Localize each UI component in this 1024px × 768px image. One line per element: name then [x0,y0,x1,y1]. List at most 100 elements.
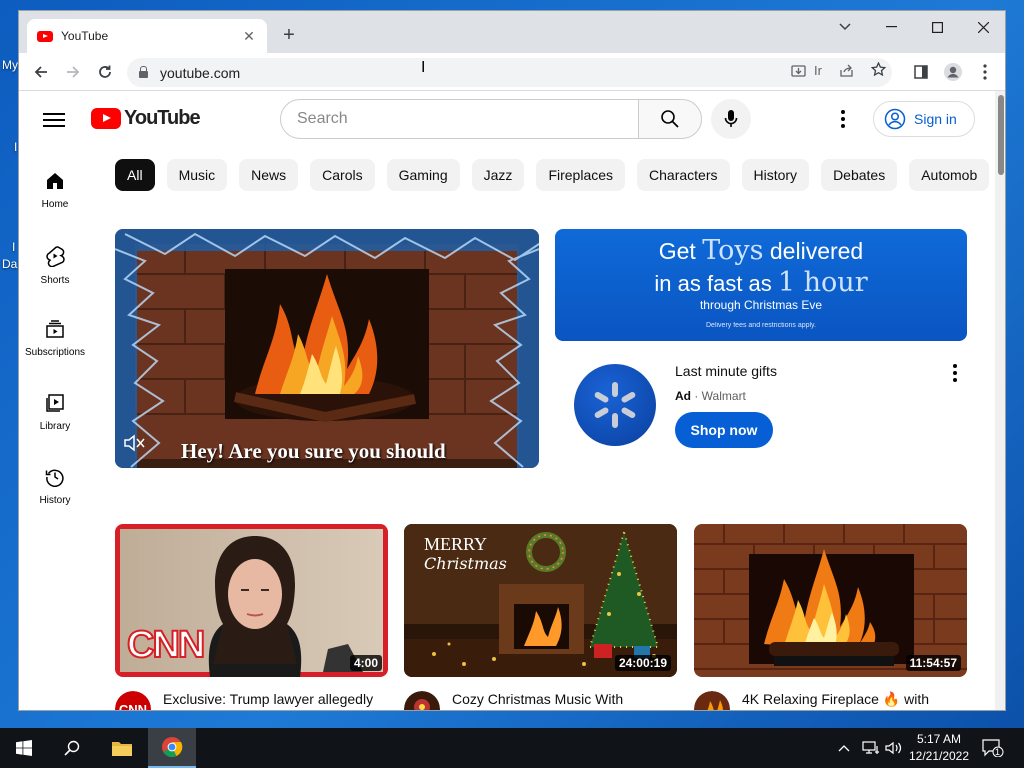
guide-item-library[interactable]: Library [19,377,91,451]
ad-banner[interactable]: Get Toys delivered in as fast as 1 hour … [555,229,967,341]
guide-item-home[interactable]: Home [19,155,91,229]
clock-date: 12/21/2022 [908,749,970,763]
new-tab-button[interactable]: + [277,23,301,47]
browser-window: YouTube ✕ + youtube.com Ir I YouTube Sea… [18,10,1006,711]
tab-strip: YouTube ✕ + [19,11,1005,53]
network-icon[interactable] [862,728,880,768]
video-card[interactable]: MERRY Christmas 24:00:19 Cozy Christmas … [404,524,677,710]
address-bar[interactable]: youtube.com Ir [127,58,892,87]
notifications-button[interactable]: 1 [982,728,1004,768]
shop-now-button[interactable]: Shop now [675,412,773,448]
ad-separator: · [691,389,702,403]
walmart-spark-logo[interactable] [574,364,656,446]
video-title[interactable]: Exclusive: Trump lawyer allegedly urged … [163,689,385,710]
ad-badge: Ad [675,389,691,403]
scrollbar-thumb[interactable] [998,95,1004,175]
volume-icon[interactable] [885,728,903,768]
ad-banner-disclaimer: Delivery fees and restrictions apply. [706,322,816,329]
translate-icon[interactable]: Ir [814,63,822,78]
home-icon [47,173,63,189]
minimize-button[interactable] [868,11,914,43]
guide-item-subscriptions[interactable]: Subscriptions [19,303,91,377]
video-duration: 11:54:57 [905,655,961,671]
search-taskbar-button[interactable] [48,728,96,768]
start-button[interactable] [0,728,48,768]
video-card[interactable]: CNN 4:00 CNN Exclusive: Trump lawyer all… [115,524,388,711]
video-title[interactable]: Cozy Christmas Music With Fireplace 🎄 Re… [452,689,674,710]
file-explorer-button[interactable] [98,728,146,768]
ad-banner-line2: in as fast as 1 hour [555,267,967,298]
ad-banner-highlight: Toys [702,235,764,266]
ad-more-options-icon[interactable] [943,361,967,385]
tab-title: YouTube [61,29,109,43]
search-input[interactable]: Search [280,99,639,139]
desktop-icon-label[interactable]: I [14,140,17,154]
cnn-logo-text: CNN [119,702,147,711]
cnn-thumbnail-text: CNN [126,623,206,667]
back-button[interactable] [27,58,55,86]
channel-avatar[interactable]: CNN [115,691,151,711]
chip-jazz[interactable]: Jazz [471,159,525,191]
forward-button[interactable] [59,58,87,86]
chip-characters[interactable]: Characters [637,159,730,191]
chip-all[interactable]: All [115,159,155,191]
chip-gaming[interactable]: Gaming [386,159,460,191]
chip-debates[interactable]: Debates [821,159,898,191]
channel-avatar[interactable] [404,691,440,710]
desktop-icon-label[interactable]: Da [2,257,17,271]
windows-taskbar: 5:17 AM 12/21/2022 1 [0,728,1024,768]
video-caption: Hey! Are you sure you should [181,439,446,463]
masthead: YouTube Search Sign in [19,91,994,147]
tab-close-icon[interactable]: ✕ [241,28,257,45]
youtube-logo-text: YouTube [124,107,201,129]
search-button[interactable] [638,99,702,139]
chip-fireplaces[interactable]: Fireplaces [536,159,626,191]
video-card[interactable]: 11:54:57 4K Relaxing Fireplace 🔥 with Bu… [694,524,967,710]
sign-in-label: Sign in [914,111,957,127]
chip-history[interactable]: History [741,159,810,191]
desktop-icon-label[interactable]: My [2,58,18,72]
tab-youtube[interactable]: YouTube ✕ [27,19,267,53]
taskbar-clock[interactable]: 5:17 AM 12/21/2022 [908,731,970,765]
chip-automobiles[interactable]: Automob [909,159,990,191]
video-duration: 24:00:19 [614,655,671,671]
profile-avatar-icon[interactable] [939,58,967,86]
desktop-icon-label[interactable]: I [12,240,15,254]
share-icon[interactable] [839,64,854,81]
sign-in-button[interactable]: Sign in [873,101,975,137]
install-app-icon[interactable] [791,64,806,81]
maximize-button[interactable] [914,11,960,43]
video-thumbnail[interactable]: CNN 4:00 [115,524,388,677]
guide-menu-icon[interactable] [41,109,67,129]
tray-chevron-icon[interactable] [838,728,850,768]
youtube-logo[interactable]: YouTube [91,107,201,130]
reload-button[interactable] [91,58,119,86]
side-panel-icon[interactable] [907,58,935,86]
chrome-taskbar-button[interactable] [148,728,196,768]
bookmark-star-icon[interactable] [870,61,887,80]
search-icon [661,110,679,128]
chip-music[interactable]: Music [166,159,228,191]
chip-news[interactable]: News [239,159,299,191]
tab-search-chevron-icon[interactable] [822,11,868,43]
muted-volume-icon[interactable] [123,433,145,458]
page-scrollbar[interactable] [995,91,1005,710]
ad-banner-text: Get [658,238,703,264]
ad-banner-highlight: 1 hour [777,267,868,298]
channel-avatar[interactable] [694,691,730,710]
settings-more-icon[interactable] [831,107,855,131]
ad-title[interactable]: Last minute gifts [675,363,777,379]
guide-item-shorts[interactable]: Shorts [19,229,91,303]
close-window-button[interactable] [960,11,1005,43]
chip-carols[interactable]: Carols [310,159,375,191]
voice-search-button[interactable] [711,99,751,139]
video-thumbnail[interactable]: MERRY Christmas 24:00:19 [404,524,677,677]
video-title[interactable]: 4K Relaxing Fireplace 🔥 with Burning Log… [742,689,964,710]
search-icon [64,740,80,756]
url-text: youtube.com [160,64,241,81]
ad-video-player[interactable]: Hey! Are you sure you should [115,229,539,468]
guide-item-label: History [39,495,71,506]
browser-menu-icon[interactable] [971,58,999,86]
guide-item-history[interactable]: History [19,451,91,525]
video-thumbnail[interactable]: 11:54:57 [694,524,967,677]
